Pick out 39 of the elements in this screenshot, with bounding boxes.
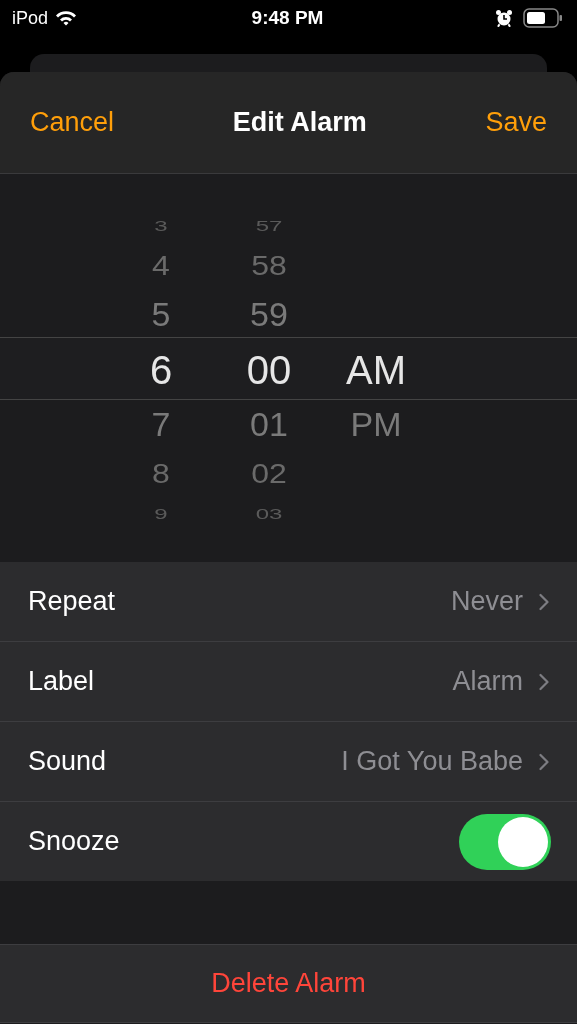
picker-value[interactable]: 6	[149, 350, 173, 390]
picker-value[interactable]: 00	[246, 350, 292, 390]
alarm-clock-icon	[495, 9, 513, 27]
cancel-button[interactable]: Cancel	[30, 107, 115, 138]
settings-row[interactable]: Label Alarm	[0, 642, 577, 722]
picker-value[interactable]: 4	[152, 252, 170, 280]
row-value: Alarm	[452, 666, 523, 697]
carrier-name: iPod	[12, 7, 49, 29]
picker-value[interactable]: 02	[251, 460, 287, 488]
picker-value[interactable]: 3	[154, 218, 168, 234]
wifi-icon	[54, 9, 79, 27]
chevron-icon	[539, 752, 549, 771]
settings-row[interactable]: Snooze	[0, 802, 577, 881]
picker-value[interactable]: 01	[250, 408, 288, 442]
row-label: Snooze	[28, 826, 120, 857]
settings-row[interactable]: Repeat Never	[0, 562, 577, 642]
picker-value[interactable]: 8	[152, 460, 170, 488]
row-label: Label	[28, 666, 95, 697]
picker-value[interactable]: 58	[251, 252, 287, 280]
row-label: Sound	[28, 746, 107, 777]
picker-value[interactable]: 03	[255, 506, 283, 522]
sheet-title: Edit Alarm	[232, 107, 367, 138]
picker-value[interactable]: 9	[154, 506, 168, 522]
row-value: Never	[450, 586, 523, 617]
chevron-icon	[539, 672, 549, 691]
picker-value[interactable]: 59	[250, 298, 288, 332]
picker-value[interactable]: 57	[255, 218, 283, 234]
picker-value[interactable]: 5	[151, 298, 171, 332]
row-value: I Got You Babe	[341, 746, 523, 777]
battery-icon	[523, 8, 563, 28]
picker-value[interactable]: PM	[350, 408, 402, 442]
status-time: 9:48 PM	[251, 7, 324, 29]
delete-alarm-button[interactable]: Delete Alarm	[0, 944, 577, 1023]
picker-value[interactable]: 7	[151, 408, 171, 442]
picker-value[interactable]: AM	[346, 350, 406, 390]
row-label: Repeat	[28, 586, 116, 617]
settings-row[interactable]: Sound I Got You Babe	[0, 722, 577, 802]
chevron-icon	[539, 592, 549, 611]
save-button[interactable]: Save	[485, 107, 547, 138]
